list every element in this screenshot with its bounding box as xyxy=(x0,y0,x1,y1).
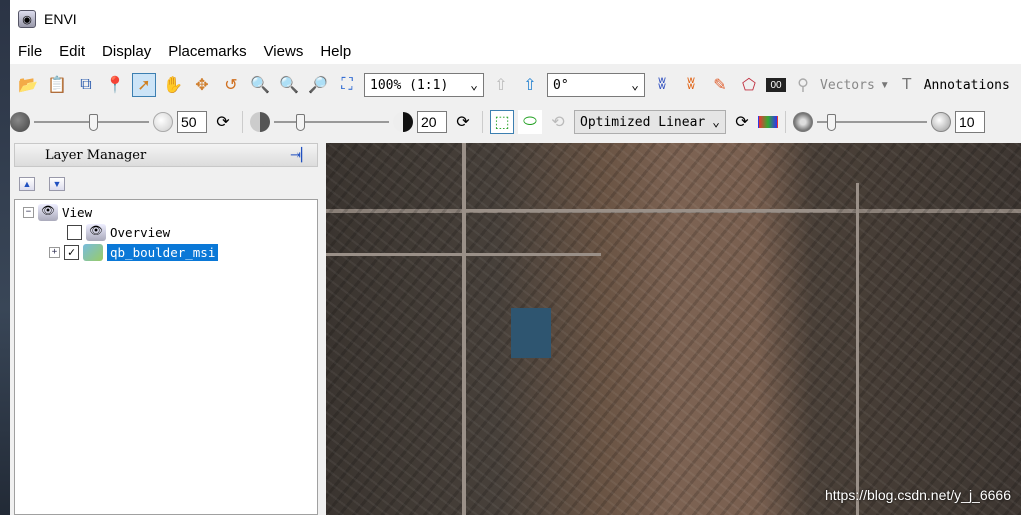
spectral-profile-icon[interactable]: ʬ xyxy=(650,73,674,97)
select-cursor-icon[interactable]: ➚ xyxy=(132,73,156,97)
caret-down-icon[interactable]: ▼ xyxy=(880,80,890,91)
zoom-out-icon[interactable]: 🔎 xyxy=(306,73,330,97)
rotation-dropdown[interactable]: 0° ⌄ xyxy=(547,73,645,97)
menu-edit[interactable]: Edit xyxy=(59,43,85,60)
rotate-icon[interactable]: ↺ xyxy=(219,73,243,97)
open-folder-icon[interactable]: 📂 xyxy=(16,73,40,97)
desktop-background xyxy=(0,0,10,515)
zoom-dropdown[interactable]: 100% (1:1) ⌄ xyxy=(364,73,484,97)
watermark: https://blog.csdn.net/y_j_6666 xyxy=(824,487,1011,503)
overview-eye-icon: 👁 xyxy=(86,223,106,241)
vectors-menu[interactable]: Vectors xyxy=(820,78,875,93)
expand-icon[interactable]: + xyxy=(49,246,60,258)
stretch-type-dropdown[interactable]: Optimized Linear ⌄ xyxy=(574,110,726,134)
scatter-icon[interactable]: ✎ xyxy=(708,73,732,97)
roi-icon[interactable]: ⬠ xyxy=(737,73,761,97)
title-bar: ◉ ENVI xyxy=(10,0,1021,38)
view-eye-icon: 👁 xyxy=(38,203,58,221)
full-extent-icon[interactable]: ⬚ xyxy=(490,110,514,134)
layer-tree: − 👁 View 👁 Overview + ✓ qb_boulder_msi xyxy=(14,199,318,515)
road xyxy=(462,143,466,515)
zoom-in-icon[interactable]: 🔍 xyxy=(277,73,301,97)
zoom-value: 100% (1:1) xyxy=(370,77,449,93)
dock-panel-icon[interactable]: ⇥▏ xyxy=(290,148,311,163)
chevron-down-icon: ⌄ xyxy=(470,77,478,93)
pan-hand-icon[interactable]: ✋ xyxy=(161,73,185,97)
fly-move-icon[interactable]: ✥ xyxy=(190,73,214,97)
move-layer-down-button[interactable]: ▼ xyxy=(49,177,65,191)
reset-contrast-icon[interactable]: ⟳ xyxy=(451,110,475,134)
brightness-slider[interactable] xyxy=(34,110,149,134)
histogram-icon[interactable] xyxy=(758,116,778,128)
contrast-low-icon xyxy=(250,112,270,132)
refresh-stretch-icon[interactable]: ⟳ xyxy=(730,110,754,134)
menu-file[interactable]: File xyxy=(18,43,42,60)
overview-checkbox[interactable] xyxy=(67,224,82,240)
chevron-down-icon: ⌄ xyxy=(712,114,720,130)
envi-app-icon: ◉ xyxy=(18,10,36,28)
transparency-slider[interactable] xyxy=(817,110,927,134)
tree-node-layer[interactable]: qb_boulder_msi xyxy=(107,243,219,261)
separator xyxy=(242,111,243,133)
transparency-slider-thumb[interactable] xyxy=(827,114,836,131)
main-toolbar: 📂 📋 ⧉ 📍 ➚ ✋ ✥ ↺ 🔍 🔍 🔎 ⛶ 100% (1:1) ⌄ ⇧ ⇧ … xyxy=(16,70,1010,100)
crop-icon[interactable]: ⧉ xyxy=(74,73,98,97)
separator xyxy=(785,111,786,133)
spectral-color-icon[interactable]: ʬ xyxy=(679,73,703,97)
chevron-down-icon: ⌄ xyxy=(631,77,639,93)
zoom-box-icon[interactable]: ⛶ xyxy=(335,73,359,97)
transparency-low-icon xyxy=(793,112,813,132)
brightness-high-icon xyxy=(153,112,173,132)
tennis-courts xyxy=(511,308,551,358)
brightness-low-icon xyxy=(10,112,30,132)
contrast-high-icon xyxy=(393,112,413,132)
layer-manager-title: Layer Manager xyxy=(45,147,147,163)
data-extent-icon[interactable]: ⬭ xyxy=(518,110,542,134)
contrast-slider-thumb[interactable] xyxy=(296,114,305,131)
collapse-icon[interactable]: − xyxy=(23,206,34,218)
brightness-input[interactable]: 50 xyxy=(177,111,207,133)
north-up-icon[interactable]: ⇧ xyxy=(489,73,513,97)
tree-node-view[interactable]: View xyxy=(62,205,92,220)
display-toolbar: 50 ⟳ 20 ⟳ ⬚ ⬭ ⟲ Optimized Linear ⌄ ⟳ 10 xyxy=(10,107,985,137)
clipboard-icon[interactable]: 📋 xyxy=(45,73,69,97)
road xyxy=(326,253,601,256)
separator xyxy=(482,111,483,133)
vectors-icon[interactable]: ⚲ xyxy=(791,73,815,97)
menu-help[interactable]: Help xyxy=(320,43,351,60)
menu-views[interactable]: Views xyxy=(264,43,304,60)
layer-manager-panel: Layer Manager ⇥▏ ▲ ▼ − 👁 View 👁 Overview… xyxy=(14,143,318,515)
menu-placemarks[interactable]: Placemarks xyxy=(168,43,246,60)
transparency-high-icon xyxy=(931,112,951,132)
raster-layer-icon xyxy=(83,243,103,261)
rotation-value: 0° xyxy=(553,77,569,93)
brightness-slider-thumb[interactable] xyxy=(89,114,98,131)
window-title: ENVI xyxy=(44,11,77,27)
transparency-input[interactable]: 10 xyxy=(955,111,985,133)
tree-node-overview[interactable]: Overview xyxy=(110,225,170,240)
rotate-north-icon[interactable]: ⇧ xyxy=(518,73,542,97)
road xyxy=(856,183,859,515)
image-view[interactable]: https://blog.csdn.net/y_j_6666 xyxy=(326,143,1021,515)
contrast-input[interactable]: 20 xyxy=(417,111,447,133)
reset-brightness-icon[interactable]: ⟳ xyxy=(211,110,235,134)
menu-bar: File Edit Display Placemarks Views Help xyxy=(10,38,1021,64)
menu-display[interactable]: Display xyxy=(102,43,151,60)
annotations-menu[interactable]: Annotations xyxy=(924,78,1010,93)
move-layer-up-button[interactable]: ▲ xyxy=(19,177,35,191)
contrast-slider[interactable] xyxy=(274,110,389,134)
pixel-value-icon[interactable]: 00 xyxy=(766,78,786,92)
placemark-pin-icon[interactable]: 📍 xyxy=(103,73,127,97)
stretch-reset-icon[interactable]: ⟲ xyxy=(546,110,570,134)
layer-manager-header: Layer Manager ⇥▏ xyxy=(14,143,318,167)
annotations-icon[interactable]: T xyxy=(895,73,919,97)
road xyxy=(466,209,836,212)
layer-checkbox[interactable]: ✓ xyxy=(64,244,79,260)
stretch-type-value: Optimized Linear xyxy=(580,114,706,130)
zoom-fit-icon[interactable]: 🔍 xyxy=(248,73,272,97)
